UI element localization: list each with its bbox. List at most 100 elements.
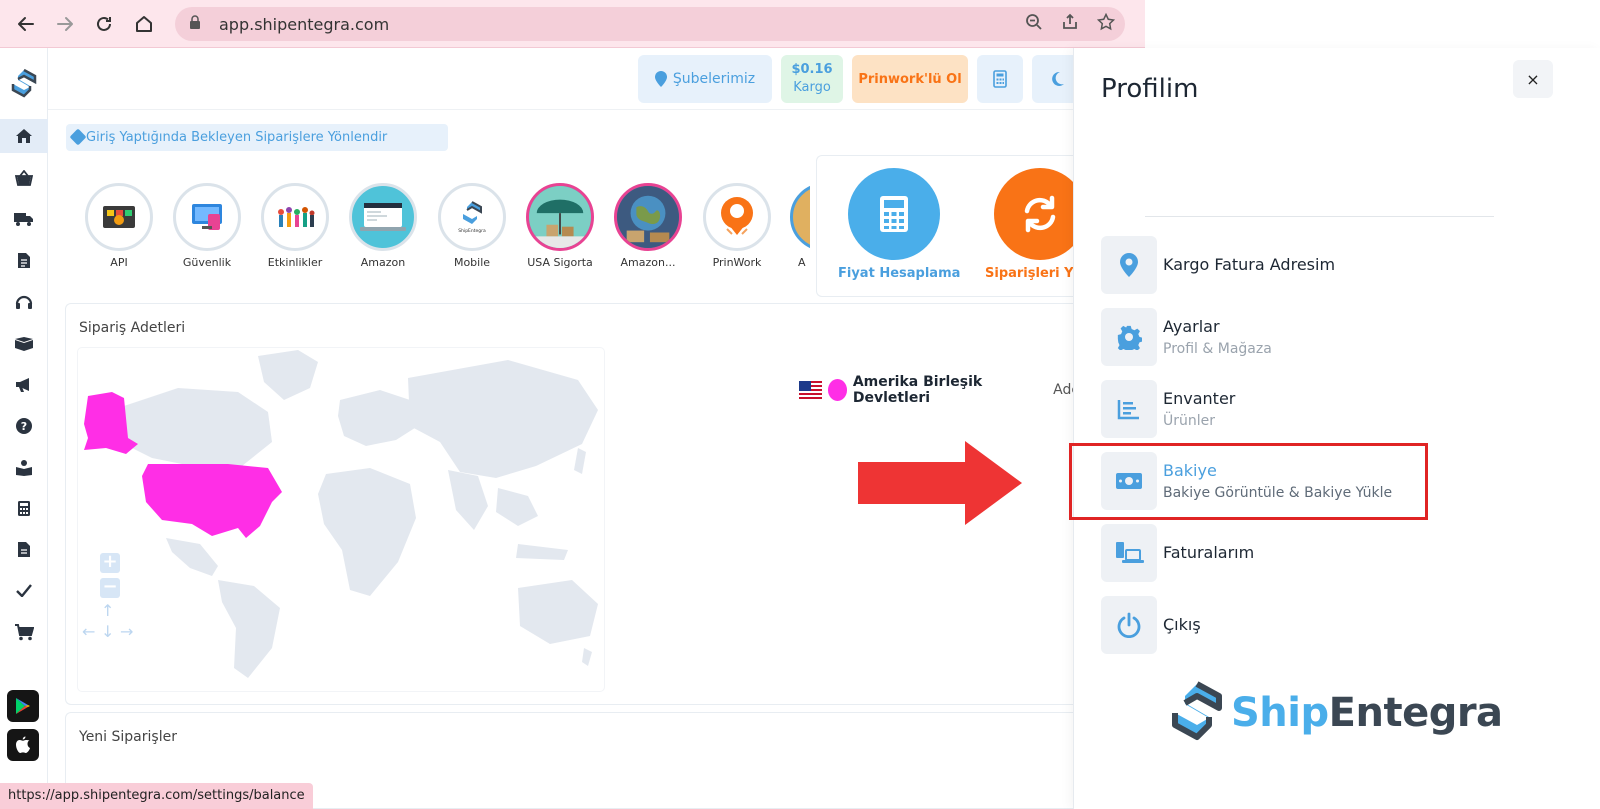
story-api[interactable]: API — [84, 183, 154, 269]
moon-icon — [1052, 71, 1064, 86]
calculator-icon — [993, 70, 1007, 88]
sidebar-document-icon[interactable] — [0, 243, 48, 277]
story-label: Güvenlik — [182, 256, 232, 269]
story-label: Etkinlikler — [267, 256, 323, 269]
mobile-story-icon: ShipEntegra — [438, 183, 506, 251]
story-partial[interactable]: A — [790, 183, 810, 269]
partial-story-icon — [790, 183, 810, 251]
menu-item-title: Ayarlar — [1163, 317, 1220, 336]
country-color-dot — [827, 379, 847, 401]
order-count-title: Sipariş Adetleri — [79, 320, 186, 336]
back-arrow-icon[interactable] — [6, 4, 46, 44]
new-orders-title: Yeni Siparişler — [79, 729, 177, 745]
sidebar-basket-icon[interactable] — [0, 161, 48, 195]
us-flag-icon — [799, 381, 822, 399]
story-prinwork[interactable]: PrinWork — [702, 183, 772, 269]
pan-up-icon[interactable]: ↑ — [101, 601, 114, 620]
menu-item-invoices[interactable]: Faturalarım — [1101, 524, 1521, 582]
red-arrow-annotation — [858, 441, 1022, 525]
security-story-icon — [173, 183, 241, 251]
share-icon[interactable] — [1061, 13, 1079, 36]
story-label: PrinWork — [712, 256, 762, 269]
close-icon[interactable]: × — [1513, 60, 1553, 98]
pan-right-icon[interactable]: → — [120, 622, 133, 641]
sidebar-check-icon[interactable] — [0, 573, 48, 607]
brand-text-ship: Ship — [1231, 690, 1329, 736]
story-security[interactable]: Güvenlik — [172, 183, 242, 269]
direction-icon — [69, 128, 87, 146]
calculator-button[interactable] — [977, 55, 1023, 103]
zoom-in-button[interactable]: + — [100, 553, 120, 573]
lock-icon — [189, 15, 207, 33]
story-mobile[interactable]: ShipEntegra Mobile — [437, 183, 507, 269]
forward-arrow-icon[interactable] — [45, 4, 85, 44]
redirect-banner-text: Giriş Yaptığında Bekleyen Siparişlere Yö… — [86, 130, 388, 145]
orders-refresh-label: Siparişleri Yer — [985, 266, 1078, 281]
svg-text:?: ? — [21, 420, 27, 433]
profile-title: Profilim — [1101, 74, 1199, 104]
reload-icon[interactable] — [84, 4, 124, 44]
branches-button[interactable]: Şubelerimiz — [638, 55, 772, 103]
branches-label: Şubelerimiz — [672, 71, 756, 87]
home-icon[interactable] — [124, 4, 164, 44]
price-unit: Kargo — [793, 80, 831, 95]
menu-item-billing-address[interactable]: Kargo Fatura Adresim — [1101, 236, 1521, 294]
sidebar-help-icon[interactable]: ? — [0, 409, 48, 443]
zoom-out-button[interactable]: − — [100, 578, 120, 598]
sidebar-calculator-icon[interactable] — [0, 491, 48, 525]
sidebar-reader-icon[interactable] — [0, 450, 48, 484]
browser-toolbar: app.shipentegra.com — [0, 0, 1145, 48]
zoom-icon[interactable] — [1025, 13, 1043, 36]
sidebar-megaphone-icon[interactable] — [0, 368, 48, 402]
prinwork-story-icon — [703, 183, 771, 251]
story-usa-insurance[interactable]: USA Sigorta — [525, 183, 595, 269]
price-calculator-button[interactable] — [848, 168, 940, 260]
story-label: A — [798, 256, 806, 269]
amazon-globe-story-icon — [614, 183, 682, 251]
bookmark-star-icon[interactable] — [1096, 12, 1116, 36]
story-label: API — [110, 256, 128, 269]
sidebar-cart-icon[interactable] — [0, 615, 48, 649]
story-amazon-2[interactable]: Amazon... — [613, 183, 683, 269]
shipentegra-brand-logo: Ship Entegra — [1167, 680, 1503, 746]
menu-item-subtitle: Profil & Mağaza — [1163, 341, 1272, 357]
shipping-price-badge[interactable]: $0.16 Kargo — [781, 55, 843, 103]
story-label: USA Sigorta — [527, 256, 593, 269]
menu-item-title: Çıkış — [1163, 615, 1201, 634]
story-events[interactable]: Etkinlikler — [260, 183, 330, 269]
pan-down-icon[interactable]: ↓ — [101, 622, 114, 641]
sidebar-home-icon[interactable] — [0, 119, 48, 153]
orders-refresh-button[interactable] — [994, 168, 1078, 260]
prinwork-button[interactable]: Prinwork'lü Ol — [852, 55, 968, 103]
pan-left-icon[interactable]: ← — [82, 622, 95, 641]
redirect-banner[interactable]: Giriş Yaptığında Bekleyen Siparişlere Yö… — [66, 124, 448, 151]
apple-store-icon[interactable] — [7, 729, 39, 761]
menu-item-inventory[interactable]: Envanter Ürünler — [1101, 380, 1521, 438]
sidebar-file-icon[interactable] — [0, 532, 48, 566]
brand-text-entegra: Entegra — [1328, 690, 1503, 736]
sidebar-box-icon[interactable] — [0, 326, 48, 360]
sidebar-headset-icon[interactable] — [0, 285, 48, 319]
gear-icon — [1101, 308, 1157, 366]
shipentegra-logo[interactable] — [9, 68, 39, 98]
top-toolbar: Şubelerimiz $0.16 Kargo Prinwork'lü Ol — [48, 48, 1098, 110]
events-story-icon — [261, 183, 329, 251]
usa-insurance-story-icon — [526, 183, 594, 251]
address-bar[interactable]: app.shipentegra.com — [175, 7, 1125, 41]
location-pin-icon — [654, 71, 667, 87]
svg-text:ShipEntegra: ShipEntegra — [458, 228, 486, 234]
sidebar-truck-icon[interactable] — [0, 202, 48, 236]
story-label: Amazon... — [620, 256, 676, 269]
menu-item-logout[interactable]: Çıkış — [1101, 596, 1521, 654]
menu-item-title: Envanter — [1163, 389, 1236, 408]
shipentegra-logo-icon — [1172, 681, 1222, 740]
google-play-icon[interactable] — [7, 690, 39, 722]
menu-item-title: Faturalarım — [1163, 543, 1255, 562]
amazon-story-icon — [349, 183, 417, 251]
menu-item-settings[interactable]: Ayarlar Profil & Mağaza — [1101, 308, 1521, 366]
refresh-icon — [1024, 195, 1056, 233]
world-map[interactable]: + − ↑ ← ↓ → — [78, 348, 604, 691]
location-pin-icon — [1101, 236, 1157, 294]
menu-item-subtitle: Ürünler — [1163, 413, 1216, 429]
story-amazon[interactable]: Amazon — [348, 183, 418, 269]
